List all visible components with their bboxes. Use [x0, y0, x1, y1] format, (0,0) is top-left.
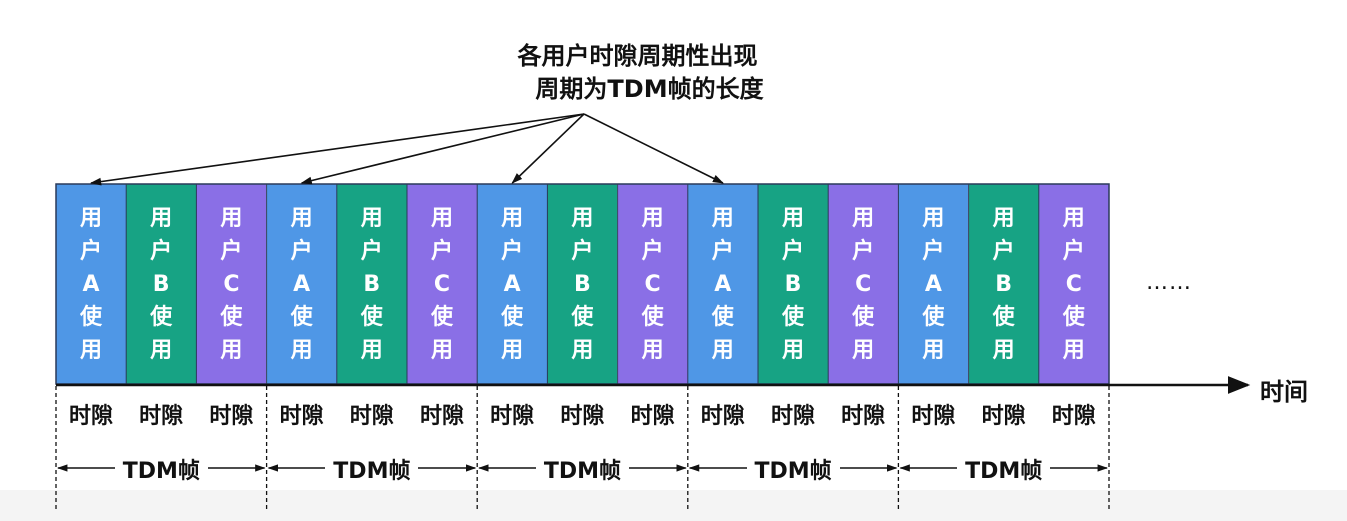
tdm-frame-text: TDM帧	[114, 459, 208, 484]
tdm-frame-label: TDM帧	[688, 453, 899, 485]
tdm-frame-text: TDM帧	[535, 459, 630, 484]
tdm-frame-label: TDM帧	[898, 453, 1109, 485]
tdm-frame-label: TDM帧	[477, 453, 688, 485]
continuation-ellipsis: ……	[1146, 270, 1192, 295]
slot-strip-border	[55, 183, 1110, 385]
period-pointer-arrow	[89, 113, 585, 186]
time-axis-label: 时间	[1260, 378, 1308, 406]
period-pointer-arrow	[300, 113, 585, 185]
tdm-frame-text: TDM帧	[957, 459, 1051, 484]
tdm-frame-label: TDM帧	[267, 453, 478, 485]
diagram-lines	[55, 113, 1251, 512]
period-pointer-arrow	[511, 113, 585, 184]
tdm-frame-label: TDM帧	[56, 453, 267, 485]
tdm-frame-text: TDM帧	[746, 459, 840, 484]
tdm-frame-text: TDM帧	[325, 459, 419, 484]
period-pointer-arrow	[583, 113, 724, 184]
